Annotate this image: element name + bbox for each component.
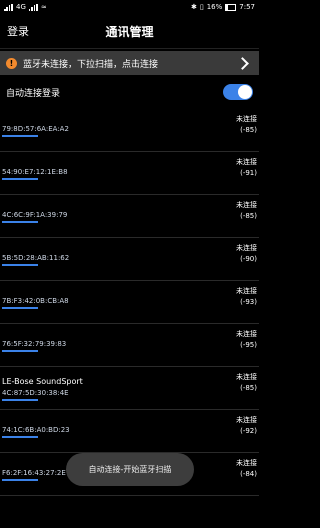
- status-right: ✱ ▯ 16% 7:57: [191, 0, 255, 14]
- device-mac: 4C:87:5D:30:38:4E: [2, 389, 69, 397]
- device-status: 未连接: [236, 416, 257, 424]
- device-status: 未连接: [236, 459, 257, 467]
- device-row[interactable]: 74:1C:6B:A0:BD:23 未连接 (-92): [0, 410, 259, 453]
- auto-connect-row: 自动连接登录: [0, 75, 259, 109]
- wifi-icon: ≈: [40, 3, 47, 11]
- device-status: 未连接: [236, 330, 257, 338]
- device-rssi: (-85): [240, 212, 257, 220]
- device-mac: 5B:5D:28:AB:11:62: [2, 254, 70, 262]
- device-row[interactable]: 76:5F:32:79:39:83 未连接 (-95): [0, 324, 259, 367]
- device-mac: 7B:F3:42:0B:CB:A8: [2, 297, 69, 305]
- device-underline: [2, 307, 38, 309]
- device-name: LE-Bose SoundSport: [2, 377, 83, 386]
- device-rssi: (-84): [240, 470, 257, 478]
- device-row[interactable]: 54:90:E7:12:1E:B8 未连接 (-91): [0, 152, 259, 195]
- device-mac: 4C:6C:9F:1A:39:79: [2, 211, 68, 219]
- chevron-right-icon: [236, 56, 249, 70]
- device-list: 79:8D:57:6A:EA:A2 未连接 (-85) 54:90:E7:12:1E:…: [0, 109, 259, 496]
- device-mac: 76:5F:32:79:39:83: [2, 340, 67, 348]
- device-rssi: (-95): [240, 341, 257, 349]
- toast-message: 自动连接-开始蓝牙扫描: [66, 453, 194, 486]
- device-mac: F6:2F:16:43:27:2E: [2, 469, 66, 477]
- login-button[interactable]: 登录: [7, 23, 29, 39]
- battery-percent: 16%: [206, 3, 223, 11]
- toast-text: 自动连接-开始蓝牙扫描: [88, 465, 172, 474]
- device-rssi: (-93): [240, 298, 257, 306]
- device-underline: [2, 178, 38, 180]
- device-status: 未连接: [236, 158, 257, 166]
- device-underline: [2, 350, 38, 352]
- banner-text: 蓝牙未连接，下拉扫描，点击连接: [23, 59, 159, 70]
- device-status: 未连接: [236, 115, 257, 123]
- device-mac: 54:90:E7:12:1E:B8: [2, 168, 68, 176]
- page-title: 通讯管理: [105, 24, 154, 39]
- device-rssi: (-90): [240, 255, 257, 263]
- device-underline: [2, 436, 38, 438]
- device-rssi: (-85): [240, 126, 257, 134]
- signal-icon-2: [28, 3, 38, 11]
- device-status: 未连接: [236, 244, 257, 252]
- device-row[interactable]: 7B:F3:42:0B:CB:A8 未连接 (-93): [0, 281, 259, 324]
- device-status: 未连接: [236, 287, 257, 295]
- device-underline: [2, 221, 38, 223]
- clock: 7:57: [239, 3, 255, 11]
- device-rssi: (-91): [240, 169, 257, 177]
- device-rssi: (-92): [240, 427, 257, 435]
- device-underline: [2, 479, 38, 481]
- device-mac: 79:8D:57:6A:EA:A2: [2, 125, 69, 133]
- bluetooth-banner[interactable]: ! 蓝牙未连接，下拉扫描，点击连接: [0, 51, 259, 75]
- device-row[interactable]: LE-Bose SoundSport 4C:87:5D:30:38:4E 未连接 (-…: [0, 367, 259, 410]
- device-row[interactable]: 5B:5D:28:AB:11:62 未连接 (-90): [0, 238, 259, 281]
- auto-connect-label: 自动连接登录: [6, 88, 61, 99]
- device-status: 未连接: [236, 201, 257, 209]
- auto-connect-toggle[interactable]: [223, 84, 253, 100]
- device-row[interactable]: 4C:6C:9F:1A:39:79 未连接 (-85): [0, 195, 259, 238]
- status-bar: 4G ≈ ✱ ▯ 16% 7:57: [0, 0, 259, 14]
- network-type: 4G: [16, 3, 26, 11]
- vibrate-icon: ▯: [199, 3, 204, 11]
- bluetooth-icon: ✱: [190, 3, 197, 11]
- device-mac: 74:1C:6B:A0:BD:23: [2, 426, 70, 434]
- device-underline: [2, 135, 38, 137]
- device-underline: [2, 264, 38, 266]
- device-status: 未连接: [236, 373, 257, 381]
- battery-icon: [225, 3, 237, 11]
- device-rssi: (-85): [240, 384, 257, 392]
- device-underline: [2, 399, 38, 401]
- status-left: 4G ≈: [4, 0, 47, 14]
- warning-icon: !: [6, 57, 17, 69]
- device-row[interactable]: 79:8D:57:6A:EA:A2 未连接 (-85): [0, 109, 259, 152]
- signal-icon: [4, 3, 13, 11]
- top-app-bar: 登录 通讯管理: [0, 14, 259, 49]
